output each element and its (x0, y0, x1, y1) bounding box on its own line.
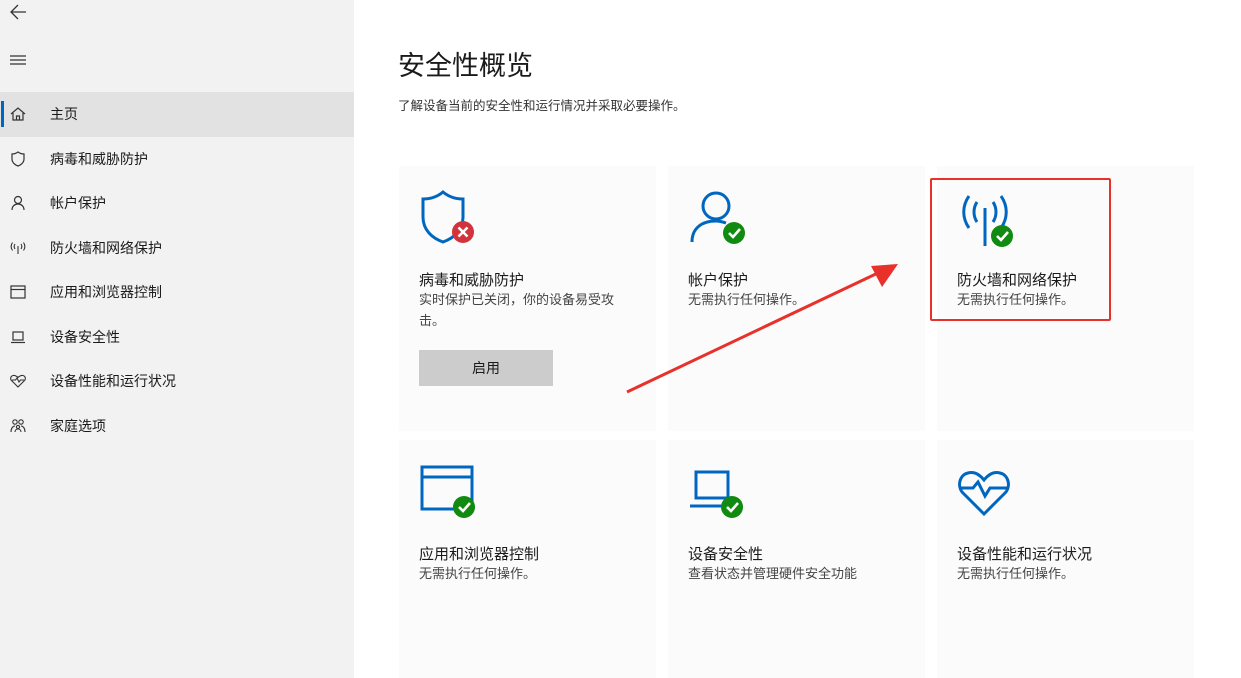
sidebar-item-family-options[interactable]: 家庭选项 (0, 404, 354, 449)
sidebar-item-home[interactable]: 主页 (0, 92, 354, 137)
card-title: 病毒和威胁防护 (419, 271, 525, 289)
page-title: 安全性概览 (398, 51, 533, 82)
card-title: 设备安全性 (688, 545, 764, 563)
sidebar-item-label: 主页 (50, 107, 78, 124)
card-title: 帐户保护 (688, 271, 749, 289)
person-icon (9, 194, 27, 212)
browser-window-icon (9, 283, 27, 301)
sidebar-item-device-performance[interactable]: 设备性能和运行状况 (0, 359, 354, 404)
shield-icon (9, 150, 27, 168)
sidebar-item-label: 家庭选项 (50, 418, 106, 435)
card-virus-threat-protection[interactable]: 病毒和威胁防护 实时保护已关闭，你的设备易受攻击。 启用 (399, 166, 656, 431)
browser-window-icon (420, 465, 475, 518)
menu-button[interactable] (6, 48, 34, 72)
main-content: 安全性概览 了解设备当前的安全性和运行情况并采取必要操作。 病毒和威胁防护 实时… (354, 0, 1241, 678)
family-icon (9, 417, 27, 435)
back-arrow-icon (10, 4, 26, 20)
card-title: 应用和浏览器控制 (419, 545, 540, 563)
laptop-icon (9, 328, 27, 346)
sidebar-nav: 主页 病毒和威胁防护 帐户保护 防火墙和网络保护 应用和浏览器控制 设备安全性 … (0, 92, 354, 448)
card-title: 设备性能和运行状况 (957, 545, 1093, 563)
sidebar-item-account-protection[interactable]: 帐户保护 (0, 181, 354, 226)
sidebar-item-device-security[interactable]: 设备安全性 (0, 315, 354, 360)
sidebar-item-label: 帐户保护 (50, 196, 106, 213)
card-description: 无需执行任何操作。 (419, 567, 537, 582)
hamburger-menu-icon (10, 55, 26, 65)
person-icon (690, 191, 745, 244)
home-icon (9, 105, 27, 123)
sidebar-item-virus-protection[interactable]: 病毒和威胁防护 (0, 137, 354, 182)
wifi-antenna-icon (9, 239, 27, 257)
annotation-highlight-box (930, 178, 1111, 321)
card-description: 查看状态并管理硬件安全功能 (688, 567, 858, 582)
laptop-icon (690, 470, 743, 518)
sidebar: 主页 病毒和威胁防护 帐户保护 防火墙和网络保护 应用和浏览器控制 设备安全性 … (0, 0, 354, 678)
sidebar-item-label: 应用和浏览器控制 (50, 285, 162, 302)
heart-pulse-icon (958, 471, 1010, 517)
card-description: 实时保护已关闭，你的设备易受攻击。 (419, 293, 615, 329)
card-device-performance-health[interactable]: 设备性能和运行状况 无需执行任何操作。 (937, 440, 1194, 678)
sidebar-item-label: 防火墙和网络保护 (50, 240, 162, 257)
sidebar-item-label: 设备性能和运行状况 (50, 374, 176, 391)
sidebar-item-firewall[interactable]: 防火墙和网络保护 (0, 226, 354, 271)
card-device-security[interactable]: 设备安全性 查看状态并管理硬件安全功能 (668, 440, 925, 678)
card-description: 无需执行任何操作。 (957, 567, 1075, 582)
card-app-browser-control[interactable]: 应用和浏览器控制 无需执行任何操作。 (399, 440, 656, 678)
card-account-protection[interactable]: 帐户保护 无需执行任何操作。 (668, 166, 925, 431)
heart-pulse-icon (9, 372, 27, 390)
page-subtitle: 了解设备当前的安全性和运行情况并采取必要操作。 (398, 98, 686, 113)
card-description: 无需执行任何操作。 (688, 293, 806, 308)
sidebar-item-label: 病毒和威胁防护 (50, 151, 148, 168)
sidebar-item-app-browser-control[interactable]: 应用和浏览器控制 (0, 270, 354, 315)
enable-button[interactable]: 启用 (419, 350, 553, 386)
shield-icon (421, 190, 474, 244)
back-button[interactable] (6, 0, 34, 24)
sidebar-item-label: 设备安全性 (50, 329, 120, 346)
